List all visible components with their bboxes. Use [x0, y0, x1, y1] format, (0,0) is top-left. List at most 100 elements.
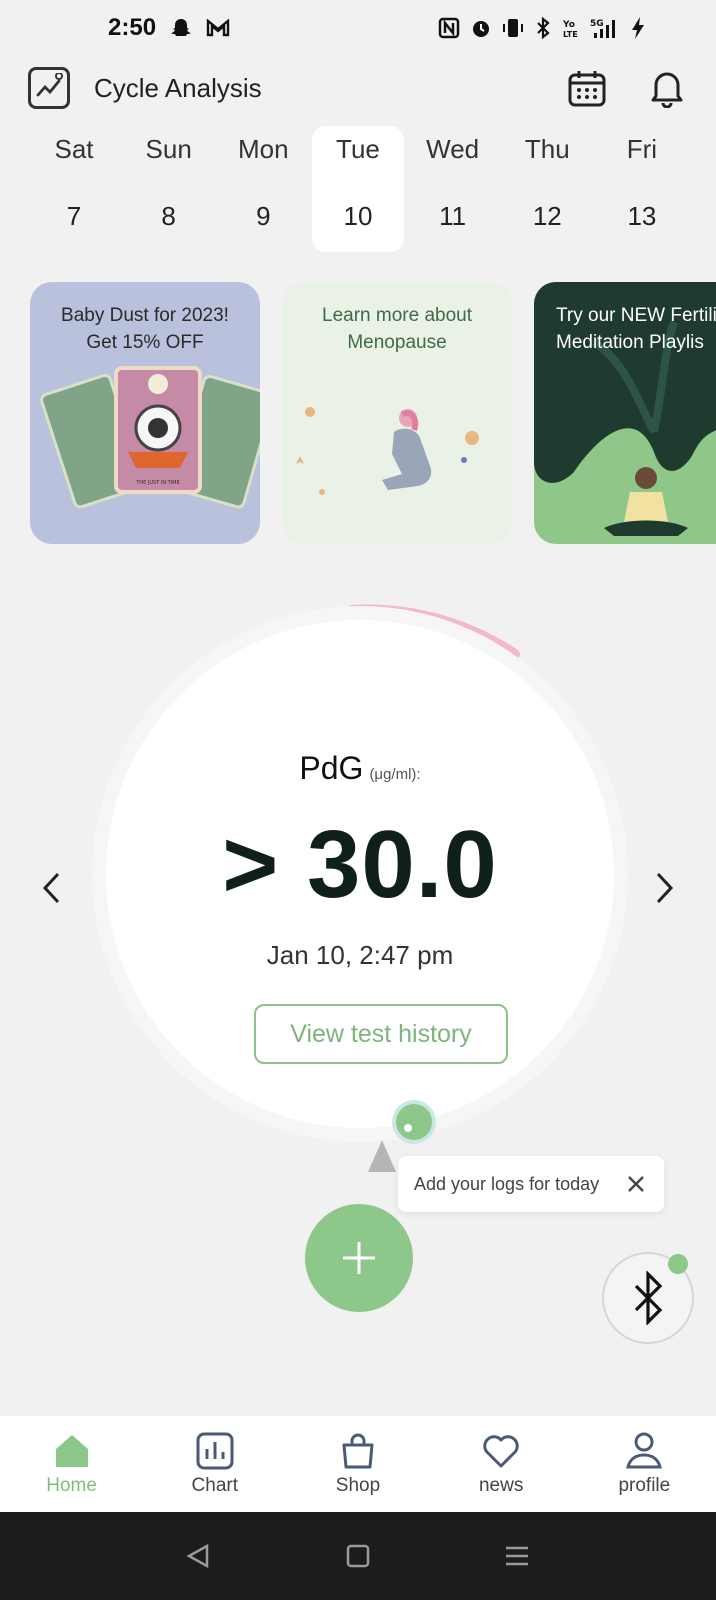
day-number: 12 — [532, 201, 562, 231]
nav-shop[interactable]: Shop — [303, 1431, 413, 1497]
chart-logo-icon — [28, 67, 70, 109]
add-logs-tooltip: Add your logs for today — [398, 1156, 664, 1212]
calendar-button[interactable] — [566, 67, 608, 109]
bar-chart-icon — [196, 1432, 234, 1470]
nfc-icon — [438, 17, 460, 39]
promo-title: Try our NEW Fertili Meditation Playlis — [534, 302, 716, 356]
day-number: 10 — [343, 201, 373, 231]
chevron-left-icon — [42, 872, 60, 904]
nav-chart[interactable]: Chart — [160, 1431, 270, 1497]
tarot-cards-illustration: THE JUST IN TIME — [40, 366, 260, 509]
nav-label: news — [478, 1475, 524, 1496]
status-right: Yo LTE 5G — [438, 16, 646, 40]
back-triangle-icon — [186, 1543, 209, 1569]
system-home-button[interactable] — [338, 1536, 378, 1576]
snapchat-icon — [170, 17, 192, 39]
svg-text:LTE: LTE — [563, 30, 578, 39]
gauge-face: PdG (μg/ml): > 30.0 Jan 10, 2:47 pm View … — [106, 620, 614, 1128]
nav-label: Shop — [335, 1475, 381, 1496]
shopping-bag-icon — [342, 1433, 374, 1469]
status-bar: 2:50 Yo LTE 5G — [0, 0, 716, 56]
home-square-icon — [346, 1544, 370, 1568]
day-fri[interactable]: Fri 13 — [596, 126, 688, 252]
previous-arrow-button[interactable] — [32, 868, 72, 908]
metric-unit: (μg/ml): — [369, 766, 421, 783]
home-icon — [55, 1435, 88, 1467]
header-actions — [566, 67, 688, 109]
vibrate-icon — [502, 17, 524, 39]
battery-charging-icon — [630, 16, 646, 40]
status-time: 2:50 — [108, 14, 157, 41]
plus-icon — [343, 1242, 375, 1274]
svg-text:Yo: Yo — [562, 20, 575, 30]
cycle-gauge: PdG (μg/ml): > 30.0 Jan 10, 2:47 pm View … — [80, 598, 640, 1158]
day-name: Wed — [426, 134, 480, 164]
nav-home[interactable]: Home — [17, 1431, 127, 1497]
system-recents-button[interactable] — [497, 1536, 537, 1576]
day-name: Sun — [145, 134, 192, 164]
day-number: 9 — [256, 201, 271, 231]
tarot-card-caption: THE JUST IN TIME — [135, 480, 179, 486]
system-navigation-bar — [0, 1512, 716, 1600]
close-tooltip-button[interactable] — [624, 1172, 648, 1196]
page-title: Cycle Analysis — [94, 72, 262, 103]
svg-text:5G: 5G — [590, 19, 604, 29]
nav-profile[interactable]: profile — [589, 1431, 699, 1497]
bell-icon — [651, 72, 683, 108]
nav-news[interactable]: news — [446, 1431, 556, 1497]
metric-value: > 30.0 — [222, 811, 498, 918]
tooltip-text: Add your logs for today — [414, 1173, 600, 1194]
week-strip: Sat 7 Sun 8 Mon 9 Tue 10 Wed 11 Thu 12 F… — [28, 126, 688, 252]
add-log-button[interactable] — [305, 1204, 413, 1312]
menu-lines-icon — [505, 1546, 528, 1566]
day-number: 11 — [439, 201, 467, 231]
nav-label: Home — [46, 1475, 97, 1496]
system-back-button[interactable] — [179, 1536, 219, 1576]
moon-woman-illustration — [296, 382, 479, 501]
day-name: Tue — [336, 134, 380, 164]
promo-card-menopause[interactable]: Learn more about Menopause — [282, 282, 512, 544]
day-number: 7 — [66, 201, 82, 231]
close-icon — [628, 1176, 644, 1192]
promo-card-baby-dust[interactable]: Baby Dust for 2023! Get 15% OFF THE JUST… — [30, 282, 260, 544]
day-number: 13 — [627, 201, 657, 231]
metric-label: PdG (μg/ml): — [106, 750, 614, 787]
promo-title-line: Try our NEW Fertili — [556, 305, 716, 326]
user-icon — [626, 1432, 663, 1469]
day-name: Thu — [524, 134, 570, 164]
promo-title-line: Meditation Playlis — [556, 332, 704, 353]
gmail-icon — [206, 19, 230, 37]
chevron-right-icon — [656, 872, 674, 904]
tooltip-pointer — [368, 1140, 396, 1172]
day-name: Sat — [54, 134, 94, 164]
nav-label: profile — [618, 1475, 671, 1496]
day-number: 8 — [161, 201, 176, 231]
view-test-history-button[interactable]: View test history — [254, 1004, 508, 1064]
day-sun[interactable]: Sun 8 — [123, 126, 215, 252]
next-arrow-button[interactable] — [644, 868, 684, 908]
bluetooth-icon — [534, 17, 552, 39]
metric-name: PdG — [299, 750, 364, 786]
heart-icon — [483, 1435, 519, 1468]
day-mon[interactable]: Mon 9 — [217, 126, 309, 252]
volte-icon: Yo LTE — [562, 17, 580, 39]
day-wed[interactable]: Wed 11 — [407, 126, 499, 252]
status-left: 2:50 — [108, 14, 230, 42]
day-tue-selected[interactable]: Tue 10 — [311, 126, 404, 252]
day-name: Mon — [238, 134, 289, 164]
app-header: Cycle Analysis — [0, 58, 716, 118]
notifications-button[interactable] — [646, 67, 688, 109]
day-sat[interactable]: Sat 7 — [28, 126, 120, 252]
nav-label: Chart — [191, 1475, 239, 1496]
metric-timestamp: Jan 10, 2:47 pm — [266, 940, 454, 970]
5g-signal-icon: 5G — [590, 17, 620, 39]
promo-carousel[interactable]: Baby Dust for 2023! Get 15% OFF THE JUST… — [30, 282, 716, 544]
bluetooth-icon — [634, 1271, 663, 1325]
bluetooth-status-dot — [668, 1254, 688, 1274]
alarm-icon — [470, 17, 492, 39]
bottom-navigation: Home Chart Shop news profile — [0, 1416, 716, 1512]
promo-card-meditation[interactable]: Try our NEW Fertili Meditation Playlis — [534, 282, 716, 544]
day-thu[interactable]: Thu 12 — [501, 126, 593, 252]
calendar-icon — [568, 71, 606, 107]
day-name: Fri — [626, 134, 658, 164]
